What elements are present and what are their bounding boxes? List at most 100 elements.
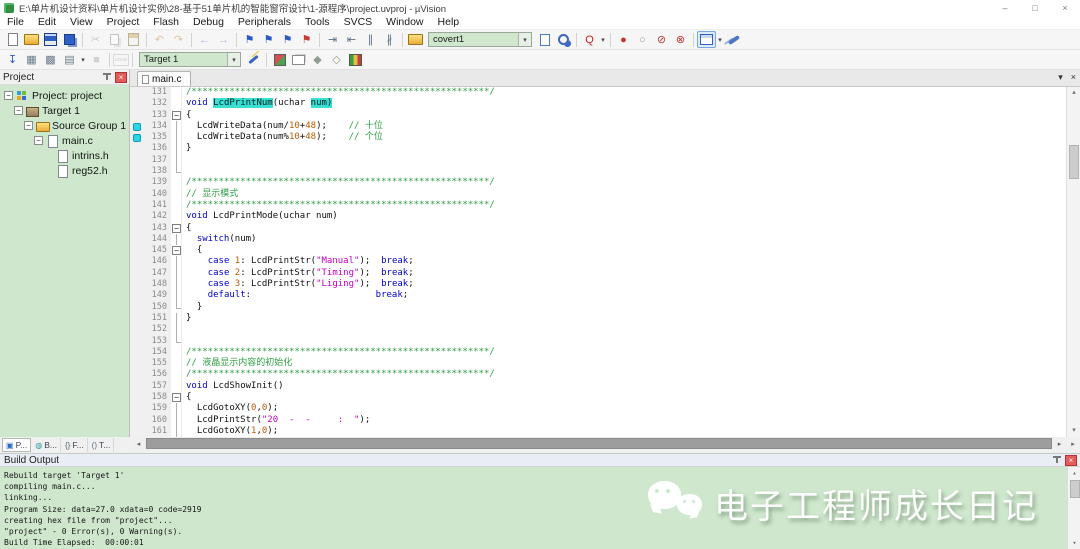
redo-icon[interactable]: ↷ xyxy=(169,31,188,48)
copy-icon[interactable] xyxy=(105,31,124,48)
indent-icon[interactable]: ⇥ xyxy=(323,31,342,48)
scrollbar-thumb[interactable] xyxy=(1069,145,1079,179)
tab-list-dropdown-icon[interactable]: ▾ xyxy=(1058,72,1063,83)
tree-item-source-group-1[interactable]: − Source Group 1 xyxy=(0,118,129,133)
fold-margin[interactable]: − xyxy=(171,245,182,257)
tree-expander-icon[interactable]: − xyxy=(14,106,23,115)
find-in-files-icon[interactable] xyxy=(535,31,554,48)
new-file-icon[interactable] xyxy=(3,31,22,48)
close-button[interactable]: × xyxy=(1050,0,1080,15)
save-icon[interactable] xyxy=(41,31,60,48)
fold-collapse-icon[interactable]: − xyxy=(172,246,181,256)
find-folder-icon[interactable] xyxy=(406,31,425,48)
tree-item-intrins-h[interactable]: intrins.h xyxy=(0,148,129,163)
save-all-icon[interactable] xyxy=(60,31,79,48)
scroll-left-icon[interactable]: ◂ xyxy=(132,437,145,450)
breakpoint-disabled-icon[interactable]: ○ xyxy=(633,31,652,48)
dock-tab-templates[interactable]: () T... xyxy=(89,438,115,452)
open-folder-icon[interactable] xyxy=(22,31,41,48)
batch-build-icon[interactable]: ▤ xyxy=(60,51,79,68)
tree-item-target-1[interactable]: − Target 1 xyxy=(0,103,129,118)
scroll-corner-icon[interactable]: ▸ xyxy=(1066,437,1080,450)
close-icon[interactable]: × xyxy=(1065,454,1077,466)
tree-expander-icon[interactable]: − xyxy=(24,121,33,130)
uncomment-icon[interactable]: ∦ xyxy=(380,31,399,48)
dock-tab-project[interactable]: ▣ P... xyxy=(2,438,32,452)
menu-tools[interactable]: Tools xyxy=(298,15,337,30)
chevron-down-icon[interactable]: ▾ xyxy=(518,33,531,46)
paste-icon[interactable] xyxy=(124,31,143,48)
menu-file[interactable]: File xyxy=(0,15,31,30)
tree-expander-icon[interactable]: − xyxy=(34,136,43,145)
manage-components-icon[interactable] xyxy=(270,51,289,68)
find-next-icon[interactable] xyxy=(554,31,573,48)
horizontal-scrollbar[interactable]: ◂ ▸ xyxy=(132,437,1066,450)
dock-tab-books[interactable]: ◍ B... xyxy=(32,438,61,452)
download-flash-icon[interactable]: ↧ xyxy=(3,51,22,68)
dock-tab-functions[interactable]: {} F... xyxy=(62,438,88,452)
pin-icon[interactable] xyxy=(101,71,113,83)
tree-item-main-c[interactable]: − main.c xyxy=(0,133,129,148)
debug-search-icon[interactable]: Q xyxy=(580,31,599,48)
tab-main-c[interactable]: main.c xyxy=(137,71,192,86)
menu-help[interactable]: Help xyxy=(431,15,467,30)
chevron-down-icon[interactable]: ▾ xyxy=(227,53,240,66)
target-combo[interactable]: Target 1 ▾ xyxy=(139,52,241,67)
fold-collapse-icon[interactable]: − xyxy=(172,223,181,233)
scroll-up-icon[interactable]: ▴ xyxy=(1068,467,1080,479)
bookmark-clear-icon[interactable]: ⚑ xyxy=(297,31,316,48)
build-icon[interactable]: ▦ xyxy=(22,51,41,68)
scrollbar-thumb[interactable] xyxy=(1069,480,1080,498)
scroll-down-icon[interactable]: ▾ xyxy=(1068,537,1080,549)
chevron-down-icon[interactable]: ▾ xyxy=(79,56,87,64)
fold-margin[interactable]: − xyxy=(171,109,182,121)
menu-flash[interactable]: Flash xyxy=(146,15,186,30)
chevron-down-icon[interactable]: ▾ xyxy=(599,36,607,44)
wrench-icon[interactable] xyxy=(724,31,743,48)
vertical-scrollbar[interactable]: ▴ ▾ xyxy=(1066,87,1080,437)
code-editor[interactable]: 131 /************************************… xyxy=(130,87,1080,437)
window-layout-icon[interactable] xyxy=(697,31,716,48)
bookmark-toggle-icon[interactable]: ⚑ xyxy=(240,31,259,48)
tree-item-reg52-h[interactable]: reg52.h xyxy=(0,163,129,178)
flash-diamond2-icon[interactable]: ◇ xyxy=(327,51,346,68)
undo-icon[interactable]: ↶ xyxy=(150,31,169,48)
breakpoint-disable-all-icon[interactable]: ⊘ xyxy=(652,31,671,48)
scroll-down-icon[interactable]: ▾ xyxy=(1067,425,1080,437)
nav-back-icon[interactable]: ← xyxy=(195,31,214,48)
fold-margin[interactable]: − xyxy=(171,392,182,404)
stop-build-icon[interactable]: ■ xyxy=(87,51,106,68)
menu-svcs[interactable]: SVCS xyxy=(337,15,380,30)
options-target-icon[interactable] xyxy=(244,51,263,68)
scroll-right-icon[interactable]: ▸ xyxy=(1053,437,1066,450)
fold-collapse-icon[interactable]: − xyxy=(172,393,181,403)
outdent-icon[interactable]: ⇤ xyxy=(342,31,361,48)
nav-forward-icon[interactable]: → xyxy=(214,31,233,48)
bookmark-next-icon[interactable]: ⚑ xyxy=(278,31,297,48)
menu-window[interactable]: Window xyxy=(379,15,430,30)
comment-icon[interactable]: ∥ xyxy=(361,31,380,48)
rebuild-icon[interactable]: ▩ xyxy=(41,51,60,68)
tree-expander-icon[interactable]: − xyxy=(4,91,13,100)
bookmark-prev-icon[interactable]: ⚑ xyxy=(259,31,278,48)
pin-icon[interactable] xyxy=(1051,454,1063,466)
tree-item-project-project[interactable]: − Project: project xyxy=(0,88,129,103)
fold-collapse-icon[interactable]: − xyxy=(172,110,181,120)
scroll-up-icon[interactable]: ▴ xyxy=(1067,87,1080,99)
project-tree[interactable]: − Project: project − Target 1− Source Group … xyxy=(0,85,129,437)
close-icon[interactable]: × xyxy=(115,71,127,83)
tab-close-icon[interactable]: × xyxy=(1071,72,1076,83)
fold-margin[interactable]: − xyxy=(171,222,182,234)
menu-peripherals[interactable]: Peripherals xyxy=(231,15,298,30)
menu-view[interactable]: View xyxy=(63,15,100,30)
cut-icon[interactable]: ✂ xyxy=(86,31,105,48)
breakpoint-kill-all-icon[interactable]: ⊗ xyxy=(671,31,690,48)
menu-edit[interactable]: Edit xyxy=(31,15,63,30)
menu-project[interactable]: Project xyxy=(100,15,147,30)
chevron-down-icon[interactable]: ▾ xyxy=(716,36,724,44)
maximize-button[interactable]: □ xyxy=(1020,0,1050,15)
menu-debug[interactable]: Debug xyxy=(186,15,231,30)
flash-diamond-icon[interactable]: ◆ xyxy=(308,51,327,68)
breakpoint-icon[interactable]: ● xyxy=(614,31,633,48)
search-combo[interactable]: covert1 ▾ xyxy=(428,32,532,47)
